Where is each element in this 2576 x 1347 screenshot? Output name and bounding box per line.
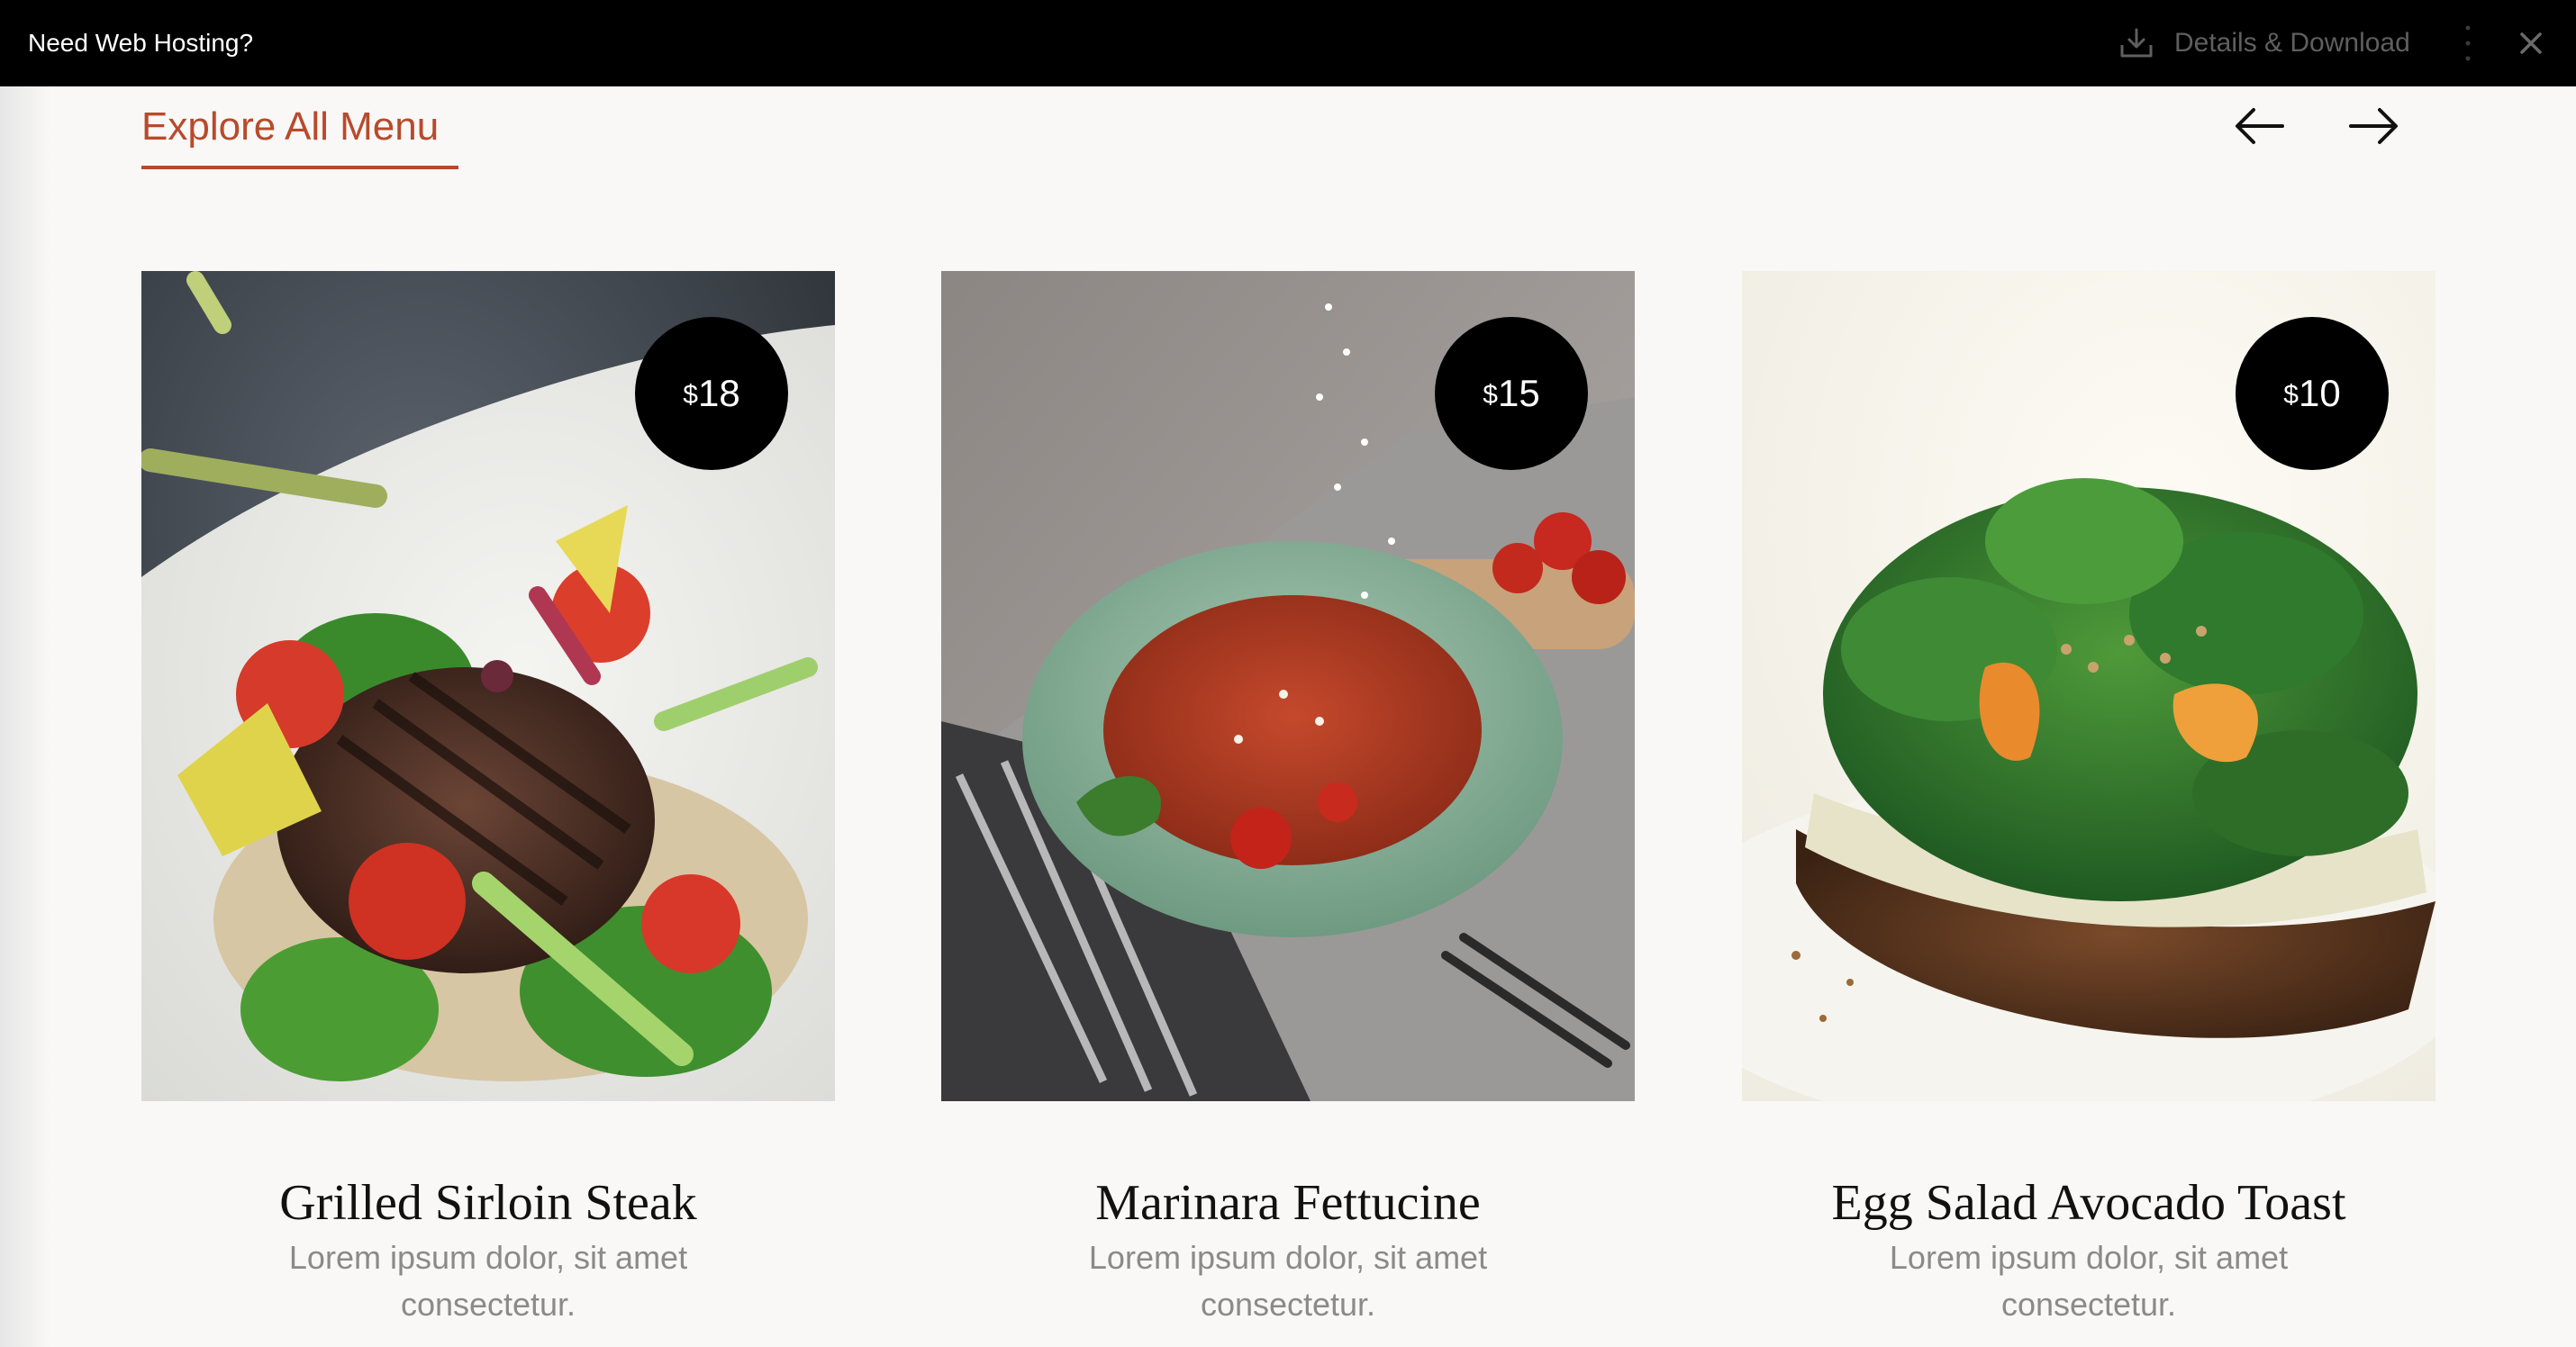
menu-card[interactable]: $18 Grilled Sirloin Steak Lorem ipsum do…: [141, 271, 835, 1347]
more-options-button[interactable]: [2455, 20, 2481, 67]
dish-name[interactable]: Grilled Sirloin Steak: [141, 1171, 835, 1234]
price-amount: 15: [1497, 372, 1540, 414]
price-amount: 10: [2298, 372, 2341, 414]
arrow-right-icon: [2342, 108, 2405, 158]
close-icon: [2511, 32, 2551, 67]
price-amount: 18: [697, 372, 740, 414]
next-button[interactable]: [2342, 97, 2405, 155]
section-title[interactable]: Explore All Menu: [141, 99, 439, 155]
price-badge: $18: [635, 317, 788, 470]
pasta-dish-image: $15: [941, 271, 1635, 1101]
download-icon: [2118, 27, 2154, 59]
dish-name[interactable]: Egg Salad Avocado Toast: [1742, 1171, 2435, 1234]
close-button[interactable]: [2511, 23, 2551, 63]
details-download-button[interactable]: Details & Download: [2118, 18, 2410, 68]
more-vertical-icon: [2455, 25, 2481, 70]
previous-button[interactable]: [2228, 97, 2291, 155]
avocado-toast-image: $10: [1742, 271, 2435, 1101]
dish-name[interactable]: Marinara Fettucine: [941, 1171, 1635, 1234]
price-currency: $: [2283, 380, 2299, 410]
steak-dish-image: $18: [141, 271, 835, 1101]
arrow-left-icon: [2228, 108, 2291, 158]
price-badge: $10: [2236, 317, 2389, 470]
price-currency: $: [1483, 380, 1498, 410]
top-banner: Need Web Hosting? Details & Download: [0, 0, 2576, 86]
menu-card[interactable]: $15 Marinara Fettucine Lorem ipsum dolor…: [941, 271, 1635, 1347]
left-edge-shade: [0, 86, 50, 1347]
dish-description: Lorem ipsum dolor, sit amet consectetur.: [1088, 1239, 1488, 1323]
dish-description: Lorem ipsum dolor, sit amet consectetur.: [288, 1239, 688, 1323]
banner-title: Need Web Hosting?: [28, 29, 254, 57]
section-title-underline: [141, 166, 458, 169]
menu-card[interactable]: $10 Egg Salad Avocado Toast Lorem ipsum …: [1742, 271, 2435, 1347]
price-badge: $15: [1435, 317, 1588, 470]
dish-description: Lorem ipsum dolor, sit amet consectetur.: [1889, 1239, 2289, 1323]
price-currency: $: [683, 380, 698, 410]
details-download-label: Details & Download: [2174, 28, 2410, 58]
